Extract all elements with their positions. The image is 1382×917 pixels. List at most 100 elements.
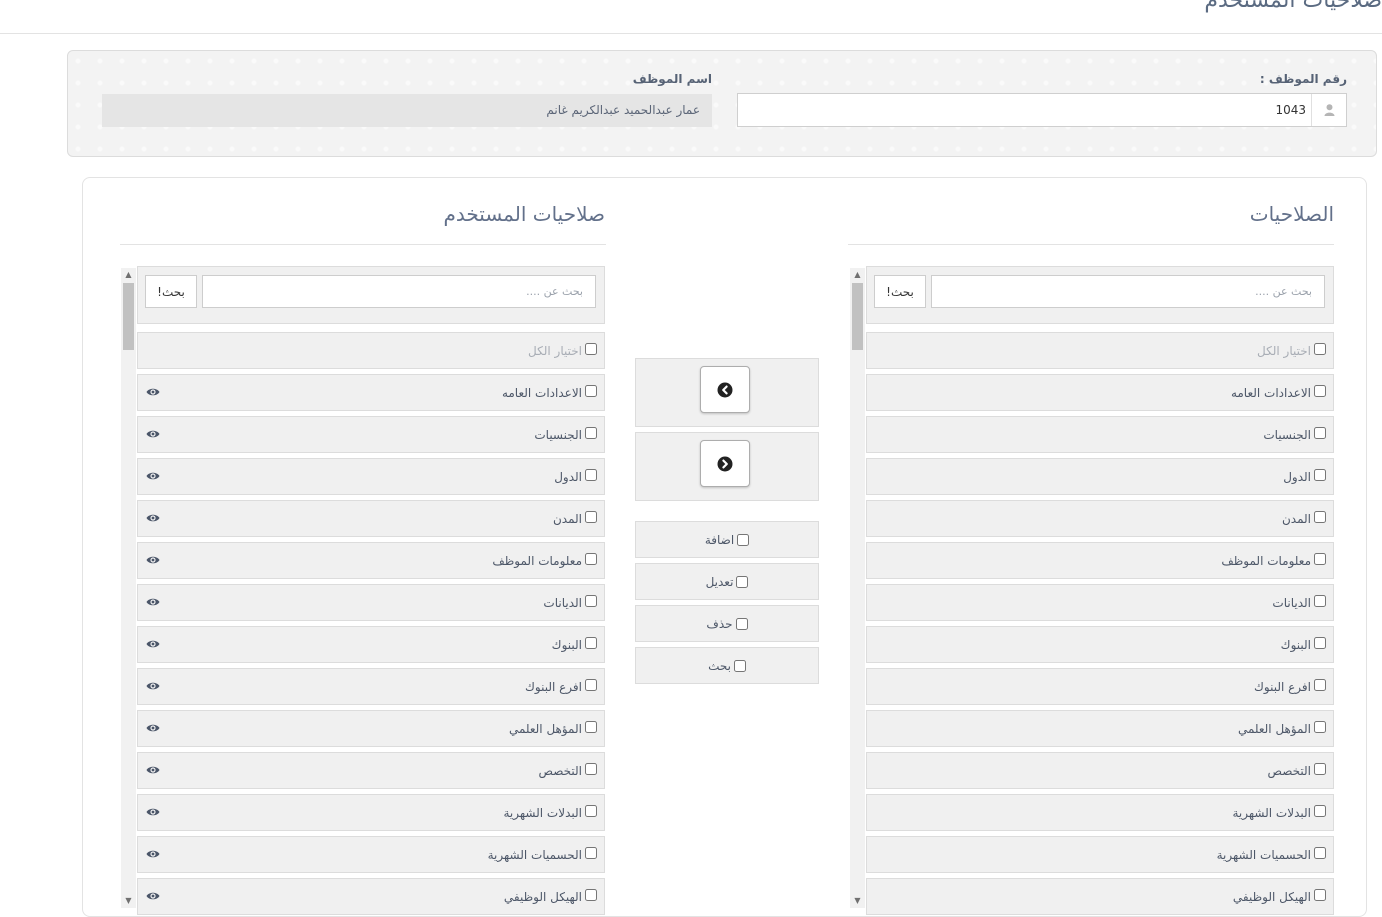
eye-icon[interactable]: [146, 471, 160, 481]
permission-checkbox[interactable]: [585, 637, 597, 649]
permission-checkbox[interactable]: [1314, 679, 1326, 691]
move-to-user-button[interactable]: [700, 366, 750, 413]
available-list-scrollbar[interactable]: ▲ ▼: [850, 268, 865, 908]
user-list-scrollbar[interactable]: ▲ ▼: [121, 268, 136, 908]
permission-checkbox[interactable]: [585, 511, 597, 523]
op-delete-label: حذف: [706, 616, 733, 631]
permission-checkbox[interactable]: [585, 847, 597, 859]
permission-row[interactable]: الجنسيات: [137, 416, 605, 453]
select-all-checkbox[interactable]: [585, 343, 597, 355]
employee-number-input[interactable]: [764, 99, 1308, 121]
user-search-button[interactable]: بحث!: [145, 275, 197, 308]
permission-row[interactable]: الديانات: [866, 584, 1334, 621]
permission-row[interactable]: الهيكل الوظيفي: [866, 878, 1334, 915]
eye-icon[interactable]: [146, 555, 160, 565]
permission-checkbox[interactable]: [585, 721, 597, 733]
permission-row[interactable]: المدن: [866, 500, 1334, 537]
permission-checkbox[interactable]: [1314, 469, 1326, 481]
available-search-input[interactable]: [931, 275, 1325, 308]
permission-row[interactable]: البدلات الشهرية: [137, 794, 605, 831]
permission-row[interactable]: الديانات: [137, 584, 605, 621]
permission-row[interactable]: البدلات الشهرية: [866, 794, 1334, 831]
eye-icon[interactable]: [146, 849, 160, 859]
permission-checkbox[interactable]: [1314, 889, 1326, 901]
permission-label: الحسميات الشهرية: [487, 848, 582, 862]
eye-icon[interactable]: [146, 765, 160, 775]
permission-checkbox[interactable]: [1314, 763, 1326, 775]
eye-icon[interactable]: [146, 807, 160, 817]
permission-row[interactable]: التخصص: [866, 752, 1334, 789]
permission-row[interactable]: افرع البنوك: [866, 668, 1334, 705]
eye-icon[interactable]: [146, 429, 160, 439]
op-add-row[interactable]: اضافة: [635, 521, 819, 558]
scroll-thumb[interactable]: [852, 283, 863, 350]
permission-row[interactable]: الاعدادات العامه: [866, 374, 1334, 411]
op-add-checkbox[interactable]: [737, 533, 750, 546]
permission-row[interactable]: المؤهل العلمي: [137, 710, 605, 747]
permission-row[interactable]: الدول: [137, 458, 605, 495]
op-search-row[interactable]: بحث: [635, 647, 819, 684]
select-all-row[interactable]: اختيار الكل: [137, 332, 605, 369]
permission-row[interactable]: الحسميات الشهرية: [866, 836, 1334, 873]
permission-label: معلومات الموظف: [1221, 554, 1311, 568]
employee-name-label: اسم الموظف: [632, 72, 712, 86]
eye-icon[interactable]: [146, 597, 160, 607]
permission-checkbox[interactable]: [1314, 847, 1326, 859]
permission-row[interactable]: افرع البنوك: [137, 668, 605, 705]
permission-checkbox[interactable]: [585, 427, 597, 439]
permission-checkbox[interactable]: [585, 385, 597, 397]
scroll-thumb[interactable]: [123, 283, 134, 350]
permission-label: المؤهل العلمي: [1237, 722, 1311, 736]
permission-row[interactable]: الاعدادات العامه: [137, 374, 605, 411]
permission-label: البدلات الشهرية: [503, 806, 583, 820]
permission-checkbox[interactable]: [1314, 511, 1326, 523]
op-delete-checkbox[interactable]: [735, 617, 748, 630]
permission-checkbox[interactable]: [585, 805, 597, 817]
permission-row[interactable]: الجنسيات: [866, 416, 1334, 453]
permission-row[interactable]: المدن: [137, 500, 605, 537]
permission-checkbox[interactable]: [1314, 805, 1326, 817]
eye-icon[interactable]: [146, 681, 160, 691]
op-edit-checkbox[interactable]: [736, 575, 749, 588]
eye-icon[interactable]: [146, 891, 160, 901]
permission-row[interactable]: الحسميات الشهرية: [137, 836, 605, 873]
permission-checkbox[interactable]: [585, 595, 597, 607]
eye-icon[interactable]: [146, 387, 160, 397]
eye-icon[interactable]: [146, 723, 160, 733]
permission-checkbox[interactable]: [1314, 385, 1326, 397]
permission-checkbox[interactable]: [585, 553, 597, 565]
eye-icon[interactable]: [146, 639, 160, 649]
permission-row[interactable]: الدول: [866, 458, 1334, 495]
permission-label: البنوك: [551, 638, 582, 652]
permission-row[interactable]: البنوك: [866, 626, 1334, 663]
permission-row[interactable]: معلومات الموظف: [137, 542, 605, 579]
permission-checkbox[interactable]: [585, 469, 597, 481]
permission-label: الجنسيات: [1263, 428, 1311, 442]
eye-icon[interactable]: [146, 513, 160, 523]
op-search-checkbox[interactable]: [733, 659, 746, 672]
select-all-row[interactable]: اختيار الكل: [866, 332, 1334, 369]
permission-row[interactable]: التخصص: [137, 752, 605, 789]
available-search-button[interactable]: بحث!: [874, 275, 926, 308]
permission-checkbox[interactable]: [1314, 427, 1326, 439]
scroll-up-arrow[interactable]: ▲: [121, 268, 136, 282]
permission-checkbox[interactable]: [585, 889, 597, 901]
select-all-checkbox[interactable]: [1314, 343, 1326, 355]
op-search-label: بحث: [708, 658, 731, 673]
permission-checkbox[interactable]: [1314, 721, 1326, 733]
op-delete-row[interactable]: حذف: [635, 605, 819, 642]
user-search-input[interactable]: [202, 275, 596, 308]
move-to-available-button[interactable]: [700, 440, 750, 487]
scroll-up-arrow[interactable]: ▲: [850, 268, 865, 282]
permission-row[interactable]: معلومات الموظف: [866, 542, 1334, 579]
permission-row[interactable]: الهيكل الوظيفي: [137, 878, 605, 915]
permission-checkbox[interactable]: [585, 679, 597, 691]
permission-checkbox[interactable]: [1314, 595, 1326, 607]
op-edit-row[interactable]: تعديل: [635, 563, 819, 600]
permission-row[interactable]: المؤهل العلمي: [866, 710, 1334, 747]
chevron-left-circle-icon: [717, 382, 733, 397]
permission-checkbox[interactable]: [585, 763, 597, 775]
permission-checkbox[interactable]: [1314, 553, 1326, 565]
permission-row[interactable]: البنوك: [137, 626, 605, 663]
permission-checkbox[interactable]: [1314, 637, 1326, 649]
